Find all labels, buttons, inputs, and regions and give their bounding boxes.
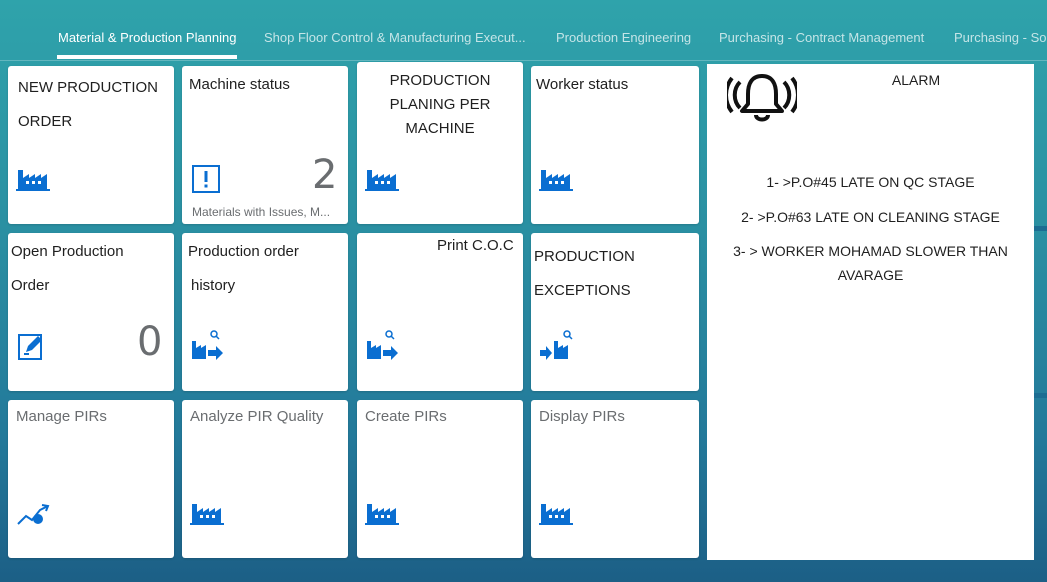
tab-material-production-planning[interactable]: Material & Production Planning	[58, 30, 237, 45]
tile-create-pirs[interactable]: Create PIRs	[357, 400, 523, 558]
tile-title: Display PIRs	[539, 408, 625, 425]
tile-print-coc[interactable]: Print C.O.C	[357, 233, 523, 391]
alarm-item: 2- >P.O#63 LATE ON CLEANING STAGE	[741, 209, 1000, 225]
alarm-item: AVARAGE	[837, 267, 904, 283]
tile-title: Create PIRs	[365, 408, 447, 425]
tile-title-line: ORDER	[18, 113, 73, 130]
tile-production-planning-per-machine[interactable]: PRODUCTION PLANING PER MACHINE	[357, 62, 523, 224]
edit-icon	[18, 334, 42, 360]
active-tab-indicator	[57, 55, 237, 59]
tile-title-line: Production order	[188, 243, 299, 260]
tile-new-production-order[interactable]: NEW PRODUCTION ORDER	[8, 66, 174, 224]
tile-kpi-number: 0	[137, 319, 163, 365]
tile-machine-status[interactable]: Machine status 2 Materials with Issues, …	[182, 66, 348, 224]
tab-bar: Material & Production Planning Shop Floo…	[0, 0, 1047, 61]
tile-title-line: MACHINE	[405, 120, 475, 137]
alarm-item: 1- >P.O#45 LATE ON QC STAGE	[766, 174, 975, 190]
edge-accent	[1034, 393, 1047, 398]
tab-purchasing-contract[interactable]: Purchasing - Contract Management	[719, 30, 924, 45]
factory-icon	[539, 504, 573, 525]
tile-title-line: Open Production	[11, 243, 124, 260]
tile-title-line: EXCEPTIONS	[534, 282, 631, 299]
tab-shop-floor-control[interactable]: Shop Floor Control & Manufacturing Execu…	[264, 30, 526, 45]
tile-title-line: PRODUCTION	[534, 248, 635, 265]
factory-icon	[539, 170, 573, 191]
factory-search-in-icon	[540, 330, 573, 360]
tile-title: Worker status	[536, 76, 629, 93]
tile-title-line: Order	[11, 277, 50, 294]
edge-accent	[1034, 226, 1047, 231]
tile-analyze-pir-quality[interactable]: Analyze PIR Quality	[182, 400, 348, 558]
tile-title: Machine status	[189, 76, 290, 93]
tile-display-pirs[interactable]: Display PIRs	[531, 400, 699, 558]
factory-search-icon	[367, 330, 398, 360]
alert-icon	[192, 165, 220, 193]
tile-title: Print C.O.C	[437, 237, 514, 254]
bell-icon	[727, 74, 797, 122]
alarm-item: 3- > WORKER MOHAMAD SLOWER THAN	[733, 243, 1008, 259]
tile-title-line: NEW PRODUCTION	[18, 79, 158, 96]
tile-title-line: PLANING PER	[389, 96, 491, 113]
tile-title: Manage PIRs	[16, 408, 107, 425]
tile-production-exceptions[interactable]: PRODUCTION EXCEPTIONS	[531, 233, 699, 391]
factory-icon	[365, 170, 399, 191]
alarm-panel: ALARM 1- >P.O#45 LATE ON QC STAGE 2- >P.…	[707, 64, 1034, 560]
factory-search-icon	[192, 330, 223, 360]
tile-title: Analyze PIR Quality	[190, 408, 324, 425]
tile-subtitle: Materials with Issues, M...	[192, 205, 331, 219]
trend-icon	[17, 504, 50, 525]
tab-production-engineering[interactable]: Production Engineering	[556, 30, 691, 45]
tile-production-order-history[interactable]: Production order history	[182, 233, 348, 391]
tile-title-line: history	[191, 277, 236, 294]
tile-open-production-order[interactable]: Open Production Order 0	[8, 233, 174, 391]
alarm-title: ALARM	[891, 72, 941, 88]
tab-purchasing-so[interactable]: Purchasing - So	[954, 30, 1047, 45]
factory-icon	[365, 504, 399, 525]
tile-manage-pirs[interactable]: Manage PIRs	[8, 400, 174, 558]
tile-kpi-number: 2	[312, 152, 338, 198]
factory-icon	[190, 504, 224, 525]
tile-worker-status[interactable]: Worker status	[531, 66, 699, 224]
tile-title-line: PRODUCTION	[389, 72, 491, 89]
factory-icon	[16, 170, 50, 191]
